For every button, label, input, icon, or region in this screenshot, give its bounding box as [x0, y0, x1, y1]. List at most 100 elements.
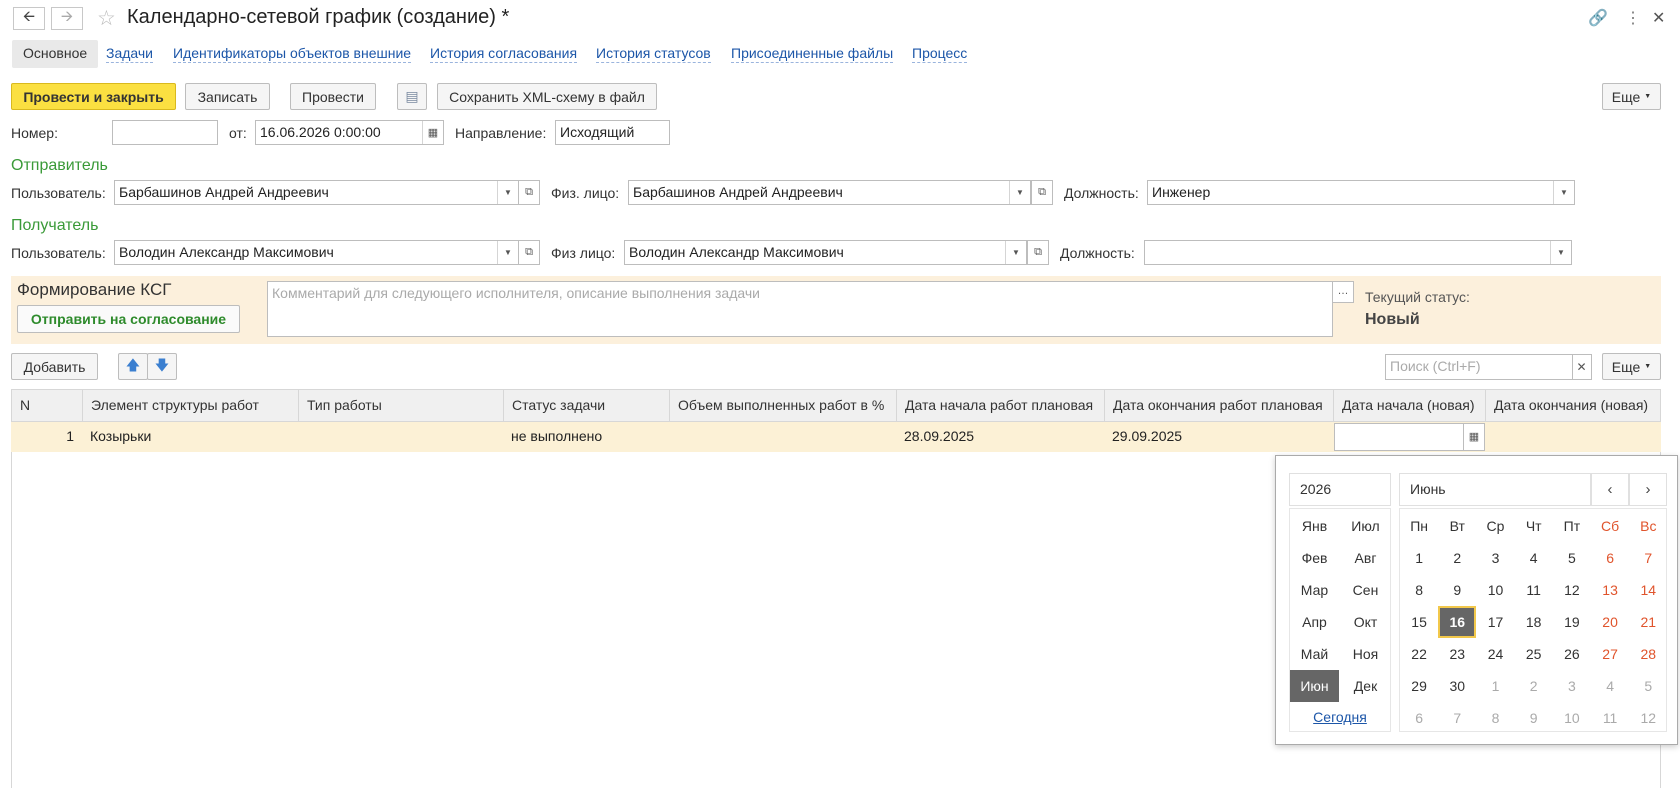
- table-row[interactable]: 1 Козырьки не выполнено 28.09.2025 29.09…: [11, 422, 1661, 461]
- day-cell[interactable]: 24: [1476, 638, 1514, 670]
- day-cell[interactable]: 23: [1438, 638, 1476, 670]
- day-cell[interactable]: 13: [1591, 574, 1629, 606]
- move-up-button[interactable]: 🡅: [118, 353, 148, 380]
- chevron-down-icon[interactable]: ▼: [1009, 181, 1030, 204]
- cell-status[interactable]: не выполнено: [503, 422, 669, 452]
- month-option[interactable]: Ноя: [1341, 638, 1390, 670]
- tab-tasks[interactable]: Задачи: [106, 45, 154, 63]
- receiver-person-field[interactable]: Володин Александр Максимович ▼: [624, 240, 1027, 265]
- month-option[interactable]: Май: [1290, 638, 1339, 670]
- day-cell[interactable]: 4: [1591, 670, 1629, 702]
- more-button[interactable]: Еще ▼: [1602, 83, 1661, 110]
- cell-end-plan[interactable]: 29.09.2025: [1104, 422, 1333, 452]
- chevron-down-icon[interactable]: ▼: [1005, 241, 1026, 264]
- day-cell[interactable]: 9: [1438, 574, 1476, 606]
- day-cell[interactable]: 18: [1515, 606, 1553, 638]
- receiver-user-field[interactable]: Володин Александр Максимович ▼: [114, 240, 519, 265]
- search-input[interactable]: Поиск (Ctrl+F): [1385, 354, 1573, 380]
- cell-volume[interactable]: [669, 422, 896, 452]
- day-cell[interactable]: 3: [1476, 542, 1514, 574]
- sender-person-field[interactable]: Барбашинов Андрей Андреевич ▼: [628, 180, 1031, 205]
- cell-type[interactable]: [298, 422, 503, 452]
- day-cell[interactable]: 10: [1476, 574, 1514, 606]
- column-header[interactable]: Статус задачи: [504, 390, 670, 421]
- day-cell[interactable]: 11: [1515, 574, 1553, 606]
- day-cell[interactable]: 15: [1400, 606, 1438, 638]
- day-cell[interactable]: 1: [1400, 542, 1438, 574]
- day-cell[interactable]: 11: [1591, 702, 1629, 734]
- next-month-button[interactable]: ›: [1629, 473, 1667, 506]
- tab-main[interactable]: Основное: [12, 40, 99, 68]
- tab-attached-files[interactable]: Присоединенные файлы: [731, 45, 894, 63]
- sender-person-open-button[interactable]: ⧉: [1031, 180, 1053, 205]
- save-xml-button[interactable]: Сохранить XML-схему в файл: [437, 83, 657, 110]
- forward-button[interactable]: 🡪: [51, 7, 83, 30]
- receiver-person-open-button[interactable]: ⧉: [1027, 240, 1049, 265]
- day-cell[interactable]: 12: [1629, 702, 1667, 734]
- column-header[interactable]: Объем выполненных работ в %: [670, 390, 897, 421]
- day-cell[interactable]: 9: [1515, 702, 1553, 734]
- month-option[interactable]: Окт: [1341, 606, 1390, 638]
- chevron-down-icon[interactable]: ▼: [1550, 241, 1571, 264]
- favorite-star-icon[interactable]: ☆: [97, 6, 116, 31]
- comment-expand-button[interactable]: …: [1332, 281, 1354, 303]
- day-cell[interactable]: 25: [1515, 638, 1553, 670]
- post-button[interactable]: Провести: [290, 83, 376, 110]
- month-option[interactable]: Фев: [1290, 542, 1339, 574]
- day-cell[interactable]: 20: [1591, 606, 1629, 638]
- day-cell[interactable]: 4: [1515, 542, 1553, 574]
- close-icon[interactable]: ✕: [1652, 8, 1665, 28]
- month-option[interactable]: Июл: [1341, 510, 1390, 542]
- column-header[interactable]: Дата окончания (новая): [1486, 390, 1660, 421]
- day-cell[interactable]: 30: [1438, 670, 1476, 702]
- day-cell[interactable]: 21: [1629, 606, 1667, 638]
- day-cell[interactable]: 14: [1629, 574, 1667, 606]
- day-cell[interactable]: 28: [1629, 638, 1667, 670]
- month-option[interactable]: Мар: [1290, 574, 1339, 606]
- sender-user-field[interactable]: Барбашинов Андрей Андреевич ▼: [114, 180, 519, 205]
- move-down-button[interactable]: 🡇: [147, 353, 177, 380]
- day-cell[interactable]: 19: [1553, 606, 1591, 638]
- day-cell[interactable]: 8: [1400, 574, 1438, 606]
- day-cell[interactable]: 29: [1400, 670, 1438, 702]
- month-option[interactable]: Сен: [1341, 574, 1390, 606]
- day-cell[interactable]: 26: [1553, 638, 1591, 670]
- year-select[interactable]: 2026: [1289, 473, 1391, 506]
- back-button[interactable]: 🡨: [13, 7, 45, 30]
- month-option[interactable]: Янв: [1290, 510, 1339, 542]
- day-cell[interactable]: 7: [1438, 702, 1476, 734]
- date-field[interactable]: 16.06.2026 0:00:00 ▦: [255, 120, 444, 145]
- day-cell[interactable]: 1: [1476, 670, 1514, 702]
- more-vertical-icon[interactable]: ⋮: [1625, 8, 1641, 28]
- column-header[interactable]: Дата начала (новая): [1334, 390, 1486, 421]
- day-cell[interactable]: 27: [1591, 638, 1629, 670]
- tab-status-history[interactable]: История статусов: [596, 45, 711, 63]
- column-header[interactable]: Тип работы: [299, 390, 504, 421]
- day-cell[interactable]: 16: [1438, 606, 1477, 638]
- month-option[interactable]: Июн: [1290, 670, 1339, 702]
- link-icon[interactable]: 🔗: [1588, 8, 1608, 28]
- table-more-button[interactable]: Еще ▼: [1602, 353, 1661, 380]
- document-report-button[interactable]: ▤: [397, 83, 427, 110]
- calendar-icon[interactable]: ▦: [422, 121, 443, 144]
- comment-field[interactable]: Комментарий для следующего исполнителя, …: [267, 281, 1333, 337]
- calendar-icon[interactable]: ▦: [1463, 423, 1485, 451]
- today-link[interactable]: Сегодня: [1289, 701, 1391, 733]
- month-option[interactable]: Авг: [1341, 542, 1390, 574]
- cell-n[interactable]: 1: [11, 422, 82, 452]
- chevron-down-icon[interactable]: ▼: [497, 181, 518, 204]
- chevron-down-icon[interactable]: ▼: [497, 241, 518, 264]
- chevron-down-icon[interactable]: ▼: [1553, 181, 1574, 204]
- column-header[interactable]: Элемент структуры работ: [83, 390, 299, 421]
- day-cell[interactable]: 3: [1553, 670, 1591, 702]
- column-header[interactable]: Дата окончания работ плановая: [1105, 390, 1334, 421]
- tab-approval-history[interactable]: История согласования: [430, 45, 578, 63]
- direction-field[interactable]: Исходящий: [555, 120, 670, 145]
- send-for-approval-button[interactable]: Отправить на согласование: [17, 305, 240, 333]
- sender-position-field[interactable]: Инженер ▼: [1147, 180, 1575, 205]
- tab-external-ids[interactable]: Идентификаторы объектов внешние: [173, 45, 412, 63]
- day-cell[interactable]: 10: [1553, 702, 1591, 734]
- day-cell[interactable]: 12: [1553, 574, 1591, 606]
- day-cell[interactable]: 17: [1476, 606, 1514, 638]
- day-cell[interactable]: 2: [1438, 542, 1476, 574]
